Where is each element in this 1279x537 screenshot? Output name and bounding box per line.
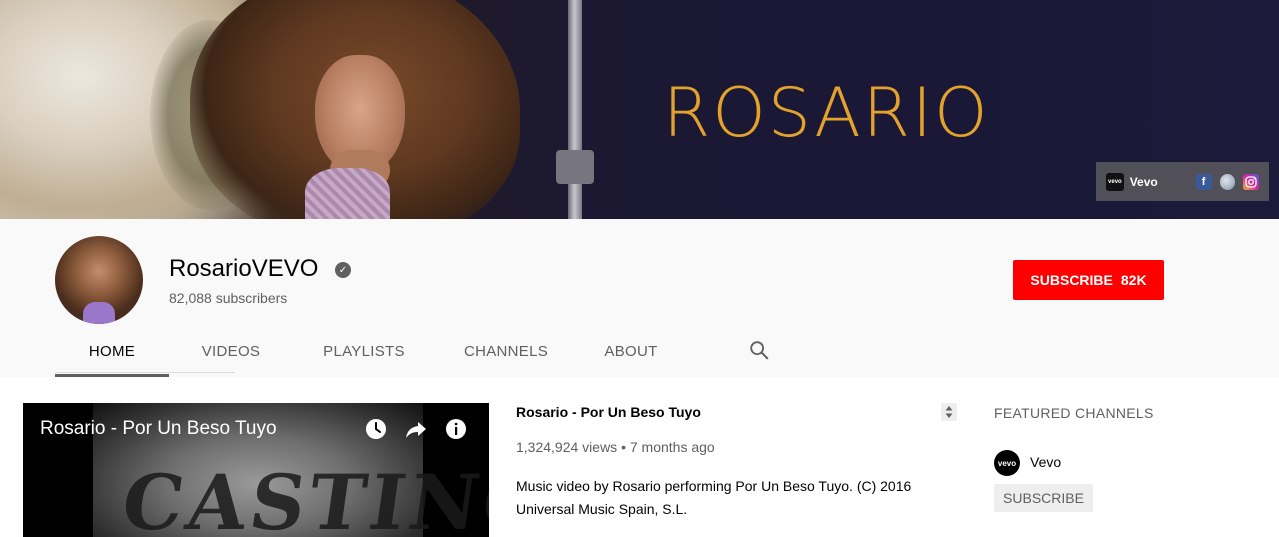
- home-content: CASTING Rosario - Por Un Beso Tuyo Rosar…: [0, 377, 1279, 537]
- subscriber-count: 82,088 subscribers: [169, 290, 288, 306]
- tab-divider: [55, 372, 235, 373]
- banner-title: ROSARIO: [663, 74, 990, 153]
- watch-later-glyph: [366, 419, 386, 439]
- banner-light-stand: [568, 0, 582, 219]
- video-frame-text: CASTING: [116, 458, 489, 537]
- tab-videos[interactable]: VIDEOS: [169, 331, 293, 377]
- tab-about[interactable]: ABOUT: [577, 331, 685, 377]
- channel-name: RosarioVEVO: [169, 255, 319, 282]
- instagram-glyph: [1245, 175, 1257, 188]
- banner-top: [305, 168, 390, 219]
- channel-tabs: HOME VIDEOS PLAYLISTS CHANNELS ABOUT: [55, 331, 685, 377]
- vevo-link[interactable]: Vevo: [1130, 175, 1158, 189]
- search-icon[interactable]: [748, 339, 770, 361]
- subscribe-count: 82K: [1120, 272, 1147, 288]
- globe-icon[interactable]: [1219, 173, 1236, 190]
- sort-icon[interactable]: [941, 403, 957, 421]
- channel-links: vevo Vevo f: [1096, 162, 1269, 201]
- subscribe-label: SUBSCRIBE: [1030, 272, 1113, 288]
- featured-channel-name[interactable]: Vevo: [1030, 454, 1061, 470]
- info-icon[interactable]: [444, 417, 468, 441]
- instagram-icon[interactable]: [1243, 173, 1259, 190]
- channel-banner: ROSARIO vevo Vevo f: [0, 0, 1279, 219]
- verified-check-icon: ✓: [335, 262, 351, 278]
- facebook-icon[interactable]: f: [1195, 173, 1212, 190]
- vevo-logo-icon[interactable]: vevo: [1106, 172, 1124, 191]
- subscribe-button[interactable]: SUBSCRIBE 82K: [1013, 260, 1164, 300]
- channel-header: RosarioVEVO ✓ 82,088 subscribers SUBSCRI…: [0, 219, 1279, 377]
- share-icon[interactable]: [404, 417, 428, 441]
- featured-video-meta: 1,324,924 views • 7 months ago: [516, 439, 715, 455]
- featured-channel-subscribe-button[interactable]: SUBSCRIBE: [994, 484, 1093, 512]
- search-glyph: [750, 341, 769, 360]
- featured-video-title[interactable]: Rosario - Por Un Beso Tuyo: [516, 404, 701, 420]
- tab-playlists[interactable]: PLAYLISTS: [293, 331, 435, 377]
- channel-page: ROSARIO vevo Vevo f RosarioVEVO ✓ 82,088…: [0, 0, 1279, 537]
- share-glyph: [406, 422, 426, 438]
- info-glyph: [446, 419, 466, 439]
- featured-video-description: Music video by Rosario performing Por Un…: [516, 478, 912, 517]
- video-overlay-title[interactable]: Rosario - Por Un Beso Tuyo: [40, 418, 277, 440]
- channel-avatar[interactable]: [55, 236, 143, 324]
- featured-channel-avatar[interactable]: vevo: [994, 450, 1020, 476]
- watch-later-icon[interactable]: [364, 417, 388, 441]
- featured-video-player[interactable]: CASTING Rosario - Por Un Beso Tuyo: [23, 403, 489, 537]
- tab-channels[interactable]: CHANNELS: [435, 331, 577, 377]
- tab-home[interactable]: HOME: [55, 331, 169, 377]
- sort-glyph: [945, 406, 953, 418]
- featured-channels-heading: FEATURED CHANNELS: [994, 405, 1154, 421]
- banner-light-clamp: [556, 150, 594, 184]
